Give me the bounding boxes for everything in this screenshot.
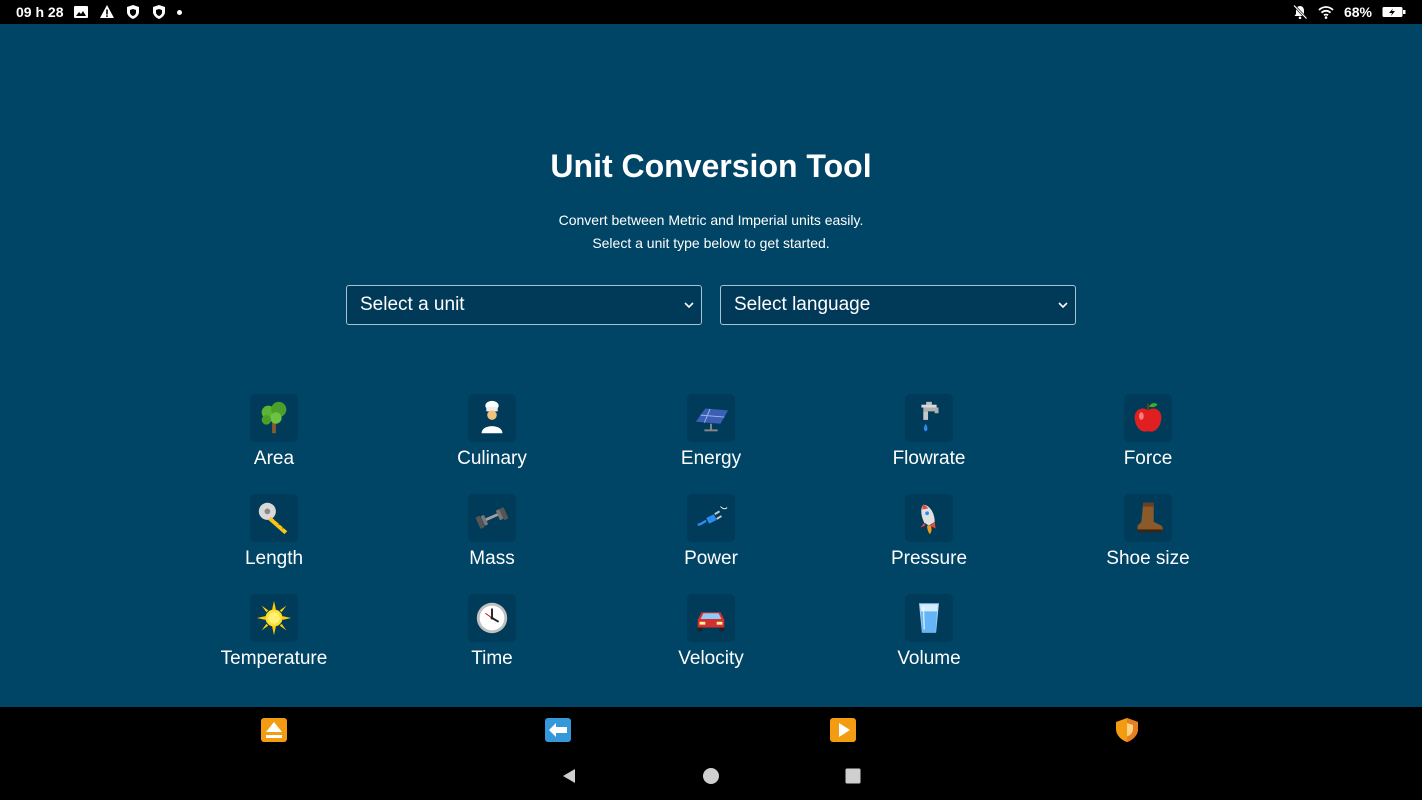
category-temperature[interactable]: Temperature xyxy=(184,594,364,684)
category-label: Force xyxy=(1123,448,1173,469)
tree-icon xyxy=(250,394,298,442)
glass-icon xyxy=(905,594,953,642)
category-force[interactable]: Force xyxy=(1058,394,1238,484)
dumbbell-icon xyxy=(468,494,516,542)
subtitle-line-1: Convert between Metric and Imperial unit… xyxy=(558,212,864,228)
shield-icon[interactable] xyxy=(1113,717,1141,743)
category-energy[interactable]: Energy xyxy=(621,394,801,484)
category-length[interactable]: Length xyxy=(184,494,364,584)
category-power[interactable]: Power xyxy=(621,494,801,584)
tape-measure-icon xyxy=(250,494,298,542)
status-bar: 09 h 28 68% xyxy=(0,0,1422,24)
category-label: Temperature xyxy=(220,648,328,669)
car-icon xyxy=(687,594,735,642)
category-label: Volume xyxy=(897,648,961,669)
recents-button[interactable] xyxy=(844,767,862,785)
category-area[interactable]: Area xyxy=(184,394,364,484)
category-mass[interactable]: Mass xyxy=(402,494,582,584)
back-button[interactable] xyxy=(560,767,578,785)
page-subtitle: Convert between Metric and Imperial unit… xyxy=(0,209,1422,255)
rocket-icon xyxy=(905,494,953,542)
subtitle-line-2: Select a unit type below to get started. xyxy=(592,235,830,251)
sun-icon xyxy=(250,594,298,642)
category-flowrate[interactable]: Flowrate xyxy=(839,394,1019,484)
back-arrow-icon[interactable] xyxy=(544,717,572,743)
warning-icon xyxy=(99,4,115,20)
home-button[interactable] xyxy=(702,767,720,785)
battery-charging-icon xyxy=(1382,4,1406,20)
chevron-down-icon xyxy=(1058,302,1068,309)
category-label: Energy xyxy=(680,448,742,469)
category-time[interactable]: Time xyxy=(402,594,582,684)
clock-icon xyxy=(468,594,516,642)
unit-select[interactable]: Select a unit xyxy=(346,285,702,325)
category-pressure[interactable]: Pressure xyxy=(839,494,1019,584)
category-label: Pressure xyxy=(890,548,968,569)
category-label: Time xyxy=(471,648,513,669)
main-content: Unit Conversion Tool Convert between Met… xyxy=(0,24,1422,707)
notifications-off-icon xyxy=(1292,4,1308,20)
category-label: Culinary xyxy=(457,448,527,469)
status-time: 09 h 28 xyxy=(16,4,64,20)
category-volume[interactable]: Volume xyxy=(839,594,1019,684)
category-shoe-size[interactable]: Shoe size xyxy=(1058,494,1238,584)
category-label: Velocity xyxy=(678,648,744,669)
boot-icon xyxy=(1124,494,1172,542)
language-select-value: Select language xyxy=(734,294,871,315)
category-culinary[interactable]: Culinary xyxy=(402,394,582,484)
category-label: Power xyxy=(684,548,738,569)
solar-panel-icon xyxy=(687,394,735,442)
navigation-bar xyxy=(0,707,1422,800)
plug-icon xyxy=(687,494,735,542)
category-label: Length xyxy=(244,548,304,569)
image-icon xyxy=(73,4,89,20)
language-select[interactable]: Select language xyxy=(720,285,1076,325)
chef-icon xyxy=(468,394,516,442)
eject-icon[interactable] xyxy=(260,717,288,743)
status-bar-left: 09 h 28 xyxy=(16,4,183,20)
apple-icon xyxy=(1124,394,1172,442)
shield-icon xyxy=(151,4,167,20)
wifi-icon xyxy=(1318,4,1334,20)
dot-icon xyxy=(177,9,183,15)
category-velocity[interactable]: Velocity xyxy=(621,594,801,684)
battery-percent: 68% xyxy=(1343,4,1372,20)
page-title: Unit Conversion Tool xyxy=(550,148,872,184)
unit-select-value: Select a unit xyxy=(360,294,465,315)
category-label: Area xyxy=(253,448,295,469)
category-label: Flowrate xyxy=(892,448,966,469)
faucet-icon xyxy=(905,394,953,442)
category-label: Shoe size xyxy=(1106,548,1190,569)
status-bar-right: 68% xyxy=(1292,4,1406,20)
chevron-down-icon xyxy=(684,302,694,309)
category-label: Mass xyxy=(469,548,515,569)
shield-icon xyxy=(125,4,141,20)
play-icon[interactable] xyxy=(829,717,857,743)
